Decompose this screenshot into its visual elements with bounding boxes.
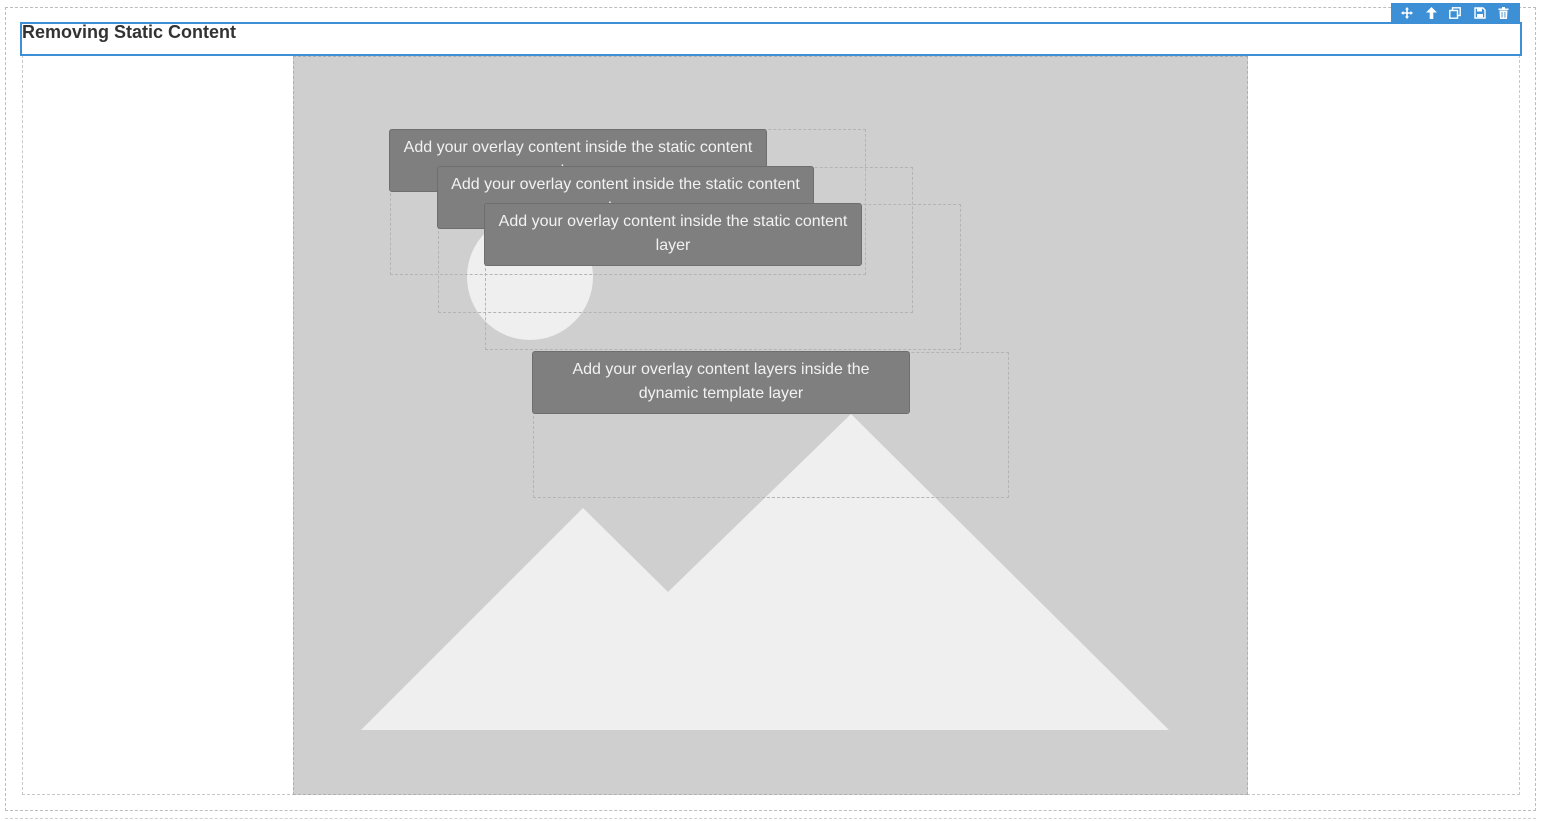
arrow-up-icon[interactable]: [1422, 4, 1440, 22]
trash-icon[interactable]: [1495, 4, 1513, 22]
static-overlay-label-3[interactable]: Add your overlay content inside the stat…: [484, 203, 862, 266]
page-title[interactable]: Removing Static Content: [22, 22, 236, 43]
move-icon[interactable]: [1398, 4, 1416, 22]
save-icon[interactable]: [1471, 4, 1489, 22]
section-divider: [5, 818, 1536, 819]
element-toolbar: [1391, 3, 1520, 23]
copy-icon[interactable]: [1446, 4, 1464, 22]
title-block-selected[interactable]: Removing Static Content: [20, 22, 1522, 56]
dynamic-overlay-label[interactable]: Add your overlay content layers inside t…: [532, 351, 910, 414]
